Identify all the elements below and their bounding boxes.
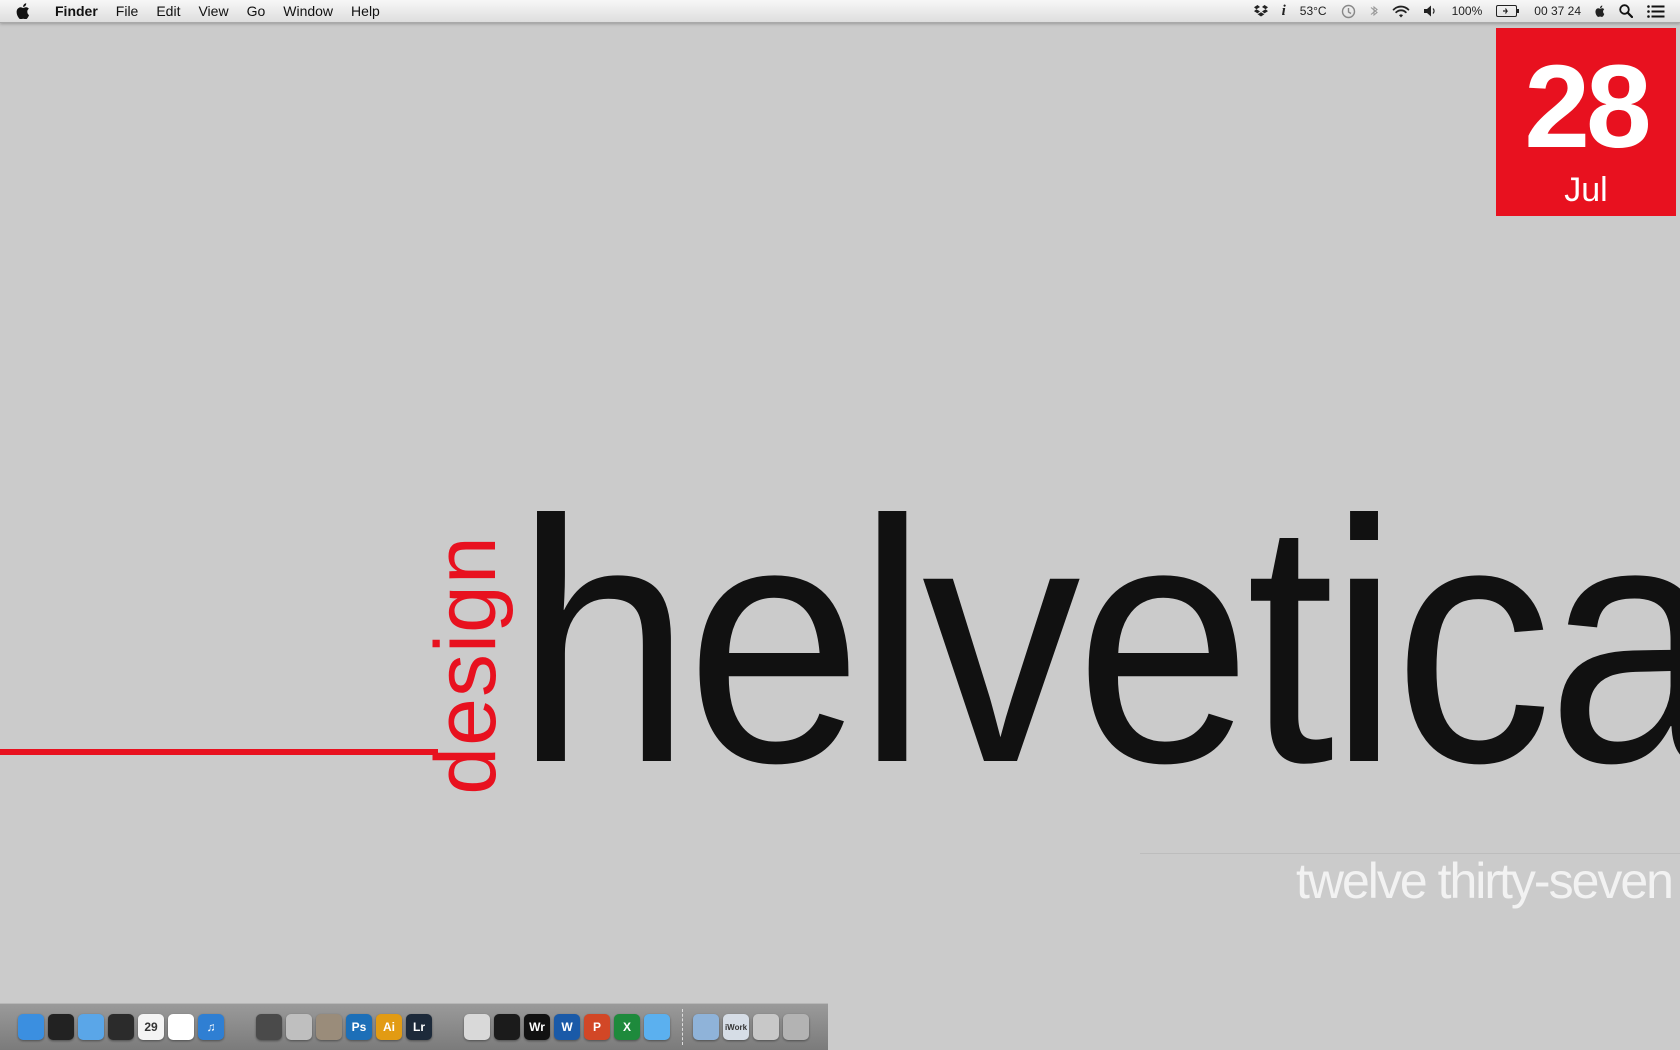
excel-icon[interactable]: X	[614, 1014, 640, 1040]
info-icon[interactable]: i	[1275, 0, 1293, 22]
wallpaper-red-line	[0, 749, 438, 755]
menu-clock[interactable]: 00 37 24	[1527, 0, 1588, 22]
menu-finder[interactable]: Finder	[46, 0, 107, 22]
apple-logo-small-icon[interactable]	[1588, 0, 1612, 22]
applications-folder-icon[interactable]	[693, 1014, 719, 1040]
wallpaper-word-helvetica: helvetica	[515, 450, 1680, 835]
spotlight-search-icon[interactable]	[1612, 0, 1640, 22]
mail-icon[interactable]	[78, 1014, 104, 1040]
bluetooth-icon[interactable]	[1363, 0, 1385, 22]
iwork-folder-icon[interactable]: iWork	[723, 1014, 749, 1040]
textedit-icon[interactable]	[168, 1014, 194, 1040]
menu-go[interactable]: Go	[238, 0, 275, 22]
writer-label: Wr	[529, 1020, 545, 1034]
word-icon[interactable]: W	[554, 1014, 580, 1040]
powerpoint-label: P	[592, 1020, 601, 1034]
time-machine-icon[interactable]	[1334, 0, 1363, 22]
final-cut-icon[interactable]	[256, 1014, 282, 1040]
lightroom-label: Lr	[413, 1020, 425, 1034]
trash-icon[interactable]	[783, 1014, 809, 1040]
wallpaper-time-words: twelve thirty-seven	[1295, 853, 1674, 909]
volume-icon[interactable]	[1417, 0, 1445, 22]
finder-icon[interactable]	[18, 1014, 44, 1040]
menu-left: Finder File Edit View Go Window Help	[0, 0, 389, 22]
downloads-stack-icon[interactable]	[753, 1014, 779, 1040]
lightroom-icon[interactable]: Lr	[406, 1014, 432, 1040]
apple-menu-icon[interactable]	[0, 0, 46, 22]
writer-icon[interactable]: Wr	[524, 1014, 550, 1040]
battery-icon[interactable]	[1489, 0, 1527, 22]
itunes-icon[interactable]: ♫	[198, 1014, 224, 1040]
safari-icon[interactable]	[108, 1014, 134, 1040]
illustrator-icon[interactable]: Ai	[376, 1014, 402, 1040]
menu-help[interactable]: Help	[342, 0, 389, 22]
dock: 29 ♫ Ps Ai Lr Wr W P XiWork	[0, 1003, 828, 1050]
battery-percent[interactable]: 100%	[1445, 0, 1490, 22]
menu-bar: Finder File Edit View Go Window Help i 5…	[0, 0, 1680, 23]
photoshop-icon[interactable]: Ps	[346, 1014, 372, 1040]
notification-center-icon[interactable]	[1640, 0, 1672, 22]
pages-icon[interactable]	[464, 1014, 490, 1040]
itunes-label: ♫	[206, 1020, 216, 1034]
wallpaper: design helvetica twelve thirty-seven	[0, 0, 1680, 1050]
menu-extras: i 53°C 100% 00 37 24	[1247, 0, 1680, 22]
menu-view[interactable]: View	[189, 0, 237, 22]
menu-window[interactable]: Window	[274, 0, 342, 22]
camera-icon[interactable]	[494, 1014, 520, 1040]
excel-label: X	[622, 1020, 631, 1034]
dock-separator	[682, 1009, 685, 1045]
menu-edit[interactable]: Edit	[147, 0, 189, 22]
wallpaper-word-design: design	[418, 535, 514, 795]
preview-icon[interactable]	[316, 1014, 342, 1040]
illustrator-label: Ai	[383, 1020, 395, 1034]
aperture-icon[interactable]	[286, 1014, 312, 1040]
photoshop-label: Ps	[351, 1020, 367, 1034]
calendar-label: 29	[144, 1020, 158, 1034]
iwork-folder-label: iWork	[724, 1022, 748, 1032]
dropbox-icon[interactable]	[1247, 0, 1275, 22]
messages-icon[interactable]	[644, 1014, 670, 1040]
temperature-readout[interactable]: 53°C	[1293, 0, 1334, 22]
word-label: W	[561, 1020, 573, 1034]
menu-file[interactable]: File	[107, 0, 148, 22]
wifi-icon[interactable]	[1385, 0, 1417, 22]
powerpoint-icon[interactable]: P	[584, 1014, 610, 1040]
terminal-icon[interactable]	[48, 1014, 74, 1040]
calendar-icon[interactable]: 29	[138, 1014, 164, 1040]
